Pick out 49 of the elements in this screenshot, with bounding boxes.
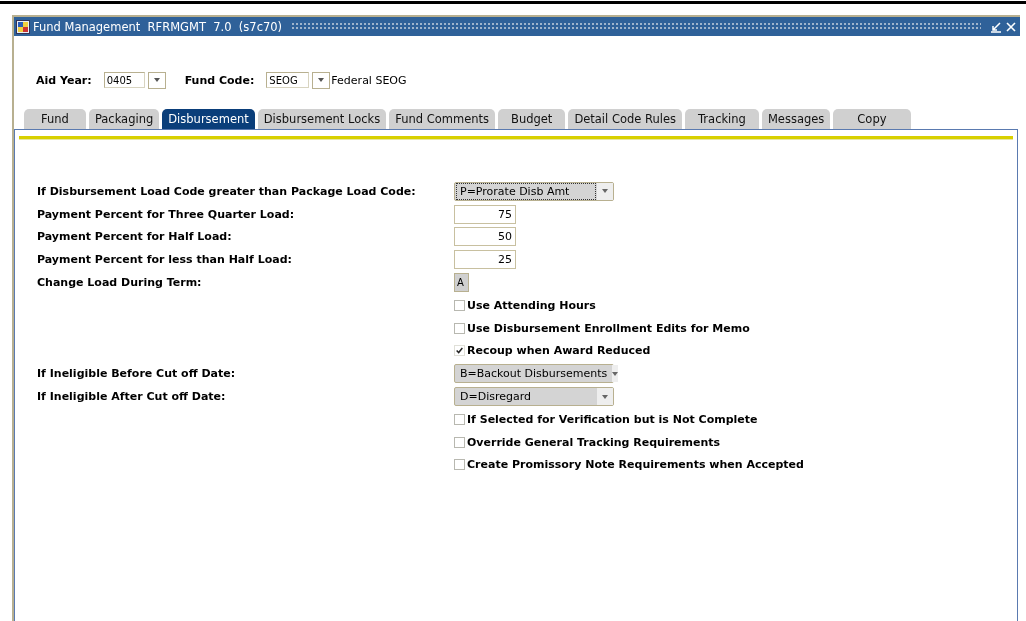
tab[interactable]: Budget bbox=[498, 109, 566, 129]
app-icon bbox=[16, 19, 30, 34]
caret-icon bbox=[602, 189, 608, 194]
minimize-icon[interactable] bbox=[990, 20, 1002, 33]
window-title: Fund Management RFRMGMT 7.0 (s7c70) bbox=[33, 19, 283, 34]
dropdown-button[interactable] bbox=[147, 71, 166, 89]
checkbox-label: If Selected for Verification but is Not Complete bbox=[467, 412, 758, 426]
checkbox-label: Use Disbursement Enrollment Edits for Memo bbox=[467, 321, 750, 335]
aid-year-field[interactable]: 0405 bbox=[103, 72, 145, 88]
fund-description: Federal SEOG bbox=[331, 73, 407, 87]
checkbox[interactable] bbox=[454, 345, 465, 357]
checkbox-label: Recoup when Award Reduced bbox=[467, 344, 651, 358]
input-field[interactable]: A bbox=[454, 273, 469, 293]
input-field[interactable]: 25 bbox=[454, 250, 516, 270]
checkbox[interactable] bbox=[454, 299, 465, 311]
dropdown-button[interactable] bbox=[312, 71, 331, 89]
field-label: Payment Percent for less than Half Load: bbox=[37, 253, 292, 267]
field-label: Payment Percent for Half Load: bbox=[37, 230, 232, 244]
fund-code-field[interactable]: SEOG bbox=[266, 72, 310, 88]
field-label: Aid Year: bbox=[36, 73, 92, 87]
caret-icon bbox=[602, 394, 608, 399]
tab[interactable]: Disbursement bbox=[162, 109, 255, 129]
checkbox[interactable] bbox=[454, 413, 465, 425]
tab[interactable]: Tracking bbox=[685, 109, 759, 129]
tab[interactable]: Packaging bbox=[88, 109, 160, 129]
field-label: If Ineligible Before Cut off Date: bbox=[37, 367, 236, 381]
checkbox[interactable] bbox=[454, 436, 465, 448]
field-label: Fund Code: bbox=[184, 73, 255, 87]
checkbox[interactable] bbox=[454, 459, 465, 471]
field-label: Payment Percent for Three Quarter Load: bbox=[37, 207, 295, 221]
input-field[interactable]: 75 bbox=[454, 204, 516, 224]
dropdown-field[interactable]: P=Prorate Disb Amt bbox=[454, 181, 614, 201]
dropdown-field[interactable]: D=Disregard bbox=[454, 387, 614, 407]
tab[interactable]: Fund Comments bbox=[389, 109, 495, 129]
tab[interactable]: Copy bbox=[833, 109, 911, 129]
checkbox-label: Create Promissory Note Requirements when Accepted bbox=[467, 458, 804, 472]
field-label: Change Load During Term: bbox=[37, 276, 202, 290]
caret-icon bbox=[612, 371, 619, 376]
close-icon[interactable] bbox=[1005, 20, 1017, 33]
tab[interactable]: Detail Code Rules bbox=[568, 109, 683, 129]
field-label: If Ineligible After Cut off Date: bbox=[37, 390, 226, 404]
checkbox-label: Use Attending Hours bbox=[467, 298, 596, 312]
field-label: If Disbursement Load Code greater than Package Load Code: bbox=[37, 184, 416, 198]
checkbox-label: Override General Tracking Requirements bbox=[467, 435, 721, 449]
checkbox[interactable] bbox=[454, 322, 465, 334]
input-field[interactable]: 50 bbox=[454, 227, 516, 247]
tab[interactable]: Messages bbox=[761, 109, 831, 129]
tab[interactable]: Fund bbox=[24, 109, 86, 129]
tab[interactable]: Disbursement Locks bbox=[257, 109, 387, 129]
